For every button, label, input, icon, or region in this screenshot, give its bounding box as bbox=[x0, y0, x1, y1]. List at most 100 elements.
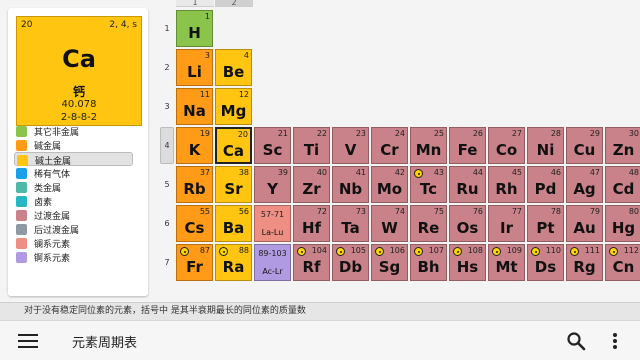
element-symbol: Cd bbox=[612, 180, 635, 198]
element-cell-ta[interactable]: 73 Ta bbox=[332, 205, 369, 242]
element-cell-mn[interactable]: 25 Mn bbox=[410, 127, 447, 164]
element-cell-cn[interactable]: 112 Cn bbox=[605, 244, 640, 281]
element-number: 106 bbox=[389, 246, 405, 255]
legend-item[interactable]: 锕系元素 bbox=[14, 250, 138, 264]
legend-item[interactable]: 稀有气体 bbox=[14, 166, 138, 180]
element-symbol: Ta bbox=[341, 219, 360, 237]
legend-item[interactable]: 镧系元素 bbox=[14, 236, 138, 250]
legend-item[interactable]: 碱金属 bbox=[14, 138, 138, 152]
element-cell-k[interactable]: 19 K bbox=[176, 127, 213, 164]
legend-label: 卤素 bbox=[34, 198, 53, 208]
element-range: 57-71 bbox=[260, 210, 285, 219]
element-cell-pd[interactable]: 46 Pd bbox=[527, 166, 564, 203]
element-cell-re[interactable]: 75 Re bbox=[410, 205, 447, 242]
element-symbol: Cu bbox=[573, 141, 596, 159]
element-cell-ru[interactable]: 44 Ru bbox=[449, 166, 486, 203]
element-cell-db[interactable]: 105 Db bbox=[332, 244, 369, 281]
element-cell-pt[interactable]: 78 Pt bbox=[527, 205, 564, 242]
element-cell-mt[interactable]: 109 Mt bbox=[488, 244, 525, 281]
period-label-2[interactable]: 2 bbox=[161, 63, 173, 72]
element-cell-hf[interactable]: 72 Hf bbox=[293, 205, 330, 242]
element-cell-ti[interactable]: 22 Ti bbox=[293, 127, 330, 164]
element-number: 110 bbox=[545, 246, 561, 255]
period-label-4[interactable]: 4 bbox=[161, 141, 173, 150]
element-number: 77 bbox=[511, 207, 522, 216]
element-cell-h[interactable]: 1H bbox=[176, 10, 213, 47]
element-cell-ca[interactable]: 20 Ca bbox=[215, 127, 252, 164]
legend-item[interactable]: 类金属 bbox=[14, 180, 138, 194]
period-label-1[interactable]: 1 bbox=[161, 24, 173, 33]
element-symbol: Pd bbox=[534, 180, 557, 198]
element-cell-na[interactable]: 11 Na bbox=[176, 88, 213, 125]
element-cell-hs[interactable]: 108 Hs bbox=[449, 244, 486, 281]
element-cell-v[interactable]: 23 V bbox=[332, 127, 369, 164]
element-number: 37 bbox=[199, 168, 210, 177]
group-header-1[interactable]: 1 bbox=[176, 0, 214, 7]
element-cell-rb[interactable]: 37 Rb bbox=[176, 166, 213, 203]
period-label-5[interactable]: 5 bbox=[161, 180, 173, 189]
element-cell-tc[interactable]: 43 Tc bbox=[410, 166, 447, 203]
element-number: 73 bbox=[355, 207, 366, 216]
legend-label: 锕系元素 bbox=[34, 254, 71, 264]
element-cell-rh[interactable]: 45 Rh bbox=[488, 166, 525, 203]
element-cell-rf[interactable]: 104 Rf bbox=[293, 244, 330, 281]
element-cell-ag[interactable]: 47 Ag bbox=[566, 166, 603, 203]
element-cell-ir[interactable]: 77 Ir bbox=[488, 205, 525, 242]
legend-label: 后过渡金属 bbox=[34, 226, 80, 236]
radioactive-icon bbox=[375, 247, 384, 256]
menu-icon[interactable] bbox=[18, 333, 38, 349]
element-cell-fe[interactable]: 26 Fe bbox=[449, 127, 486, 164]
element-cell-cs[interactable]: 55 Cs bbox=[176, 205, 213, 242]
period-label-7[interactable]: 7 bbox=[161, 258, 173, 267]
more-vert-icon[interactable] bbox=[610, 331, 620, 351]
element-cell-cr[interactable]: 24 Cr bbox=[371, 127, 408, 164]
element-cell-ds[interactable]: 110 Ds bbox=[527, 244, 564, 281]
selected-element-card[interactable]: 20 2, 4, s Ca 钙 40.078 2-8-8-2 bbox=[16, 16, 142, 126]
legend-item[interactable]: 碱土金属 bbox=[14, 152, 133, 167]
element-number: 46 bbox=[550, 168, 561, 177]
element-number: 38 bbox=[238, 168, 249, 177]
legend-item[interactable]: 过渡金属 bbox=[14, 208, 138, 222]
element-number: 74 bbox=[394, 207, 405, 216]
element-cell-bh[interactable]: 107 Bh bbox=[410, 244, 447, 281]
element-cell-sg[interactable]: 106 Sg bbox=[371, 244, 408, 281]
element-cell-sc[interactable]: 21 Sc bbox=[254, 127, 291, 164]
element-cell-ni[interactable]: 28 Ni bbox=[527, 127, 564, 164]
element-cell-zr[interactable]: 40 Zr bbox=[293, 166, 330, 203]
legend-item[interactable]: 其它非金属 bbox=[14, 124, 138, 138]
element-cell-la-lu[interactable]: 57-71 La-Lu bbox=[254, 205, 291, 242]
element-cell-be[interactable]: 4 Be bbox=[215, 49, 252, 86]
element-cell-zn[interactable]: 30 Zn bbox=[605, 127, 640, 164]
period-label-3[interactable]: 3 bbox=[161, 102, 173, 111]
element-symbol: Cs bbox=[184, 219, 205, 237]
element-cell-fr[interactable]: 87 Fr bbox=[176, 244, 213, 281]
shell-info: 2, 4, s bbox=[109, 20, 137, 30]
element-cell-au[interactable]: 79 Au bbox=[566, 205, 603, 242]
legend-item[interactable]: 卤素 bbox=[14, 194, 138, 208]
group-header-2[interactable]: 2 bbox=[215, 0, 253, 7]
legend-item[interactable]: 后过渡金属 bbox=[14, 222, 138, 236]
element-cell-rg[interactable]: 111 Rg bbox=[566, 244, 603, 281]
element-symbol: Ca bbox=[222, 142, 245, 160]
element-cell-hg[interactable]: 80 Hg bbox=[605, 205, 640, 242]
element-cell-y[interactable]: 39 Y bbox=[254, 166, 291, 203]
element-cell-co[interactable]: 27 Co bbox=[488, 127, 525, 164]
element-cell-mo[interactable]: 42 Mo bbox=[371, 166, 408, 203]
element-cell-w[interactable]: 74 W bbox=[371, 205, 408, 242]
element-cell-nb[interactable]: 41 Nb bbox=[332, 166, 369, 203]
element-cell-cu[interactable]: 29 Cu bbox=[566, 127, 603, 164]
element-cell-ba[interactable]: 56 Ba bbox=[215, 205, 252, 242]
element-cell-ac-lr[interactable]: 89-103 Ac-Lr bbox=[254, 244, 291, 281]
search-icon[interactable] bbox=[566, 331, 586, 351]
element-cell-mg[interactable]: 12 Mg bbox=[215, 88, 252, 125]
element-cell-cd[interactable]: 48 Cd bbox=[605, 166, 640, 203]
element-cell-li[interactable]: 3 Li bbox=[176, 49, 213, 86]
element-symbol: K bbox=[188, 141, 201, 159]
element-cell-ra[interactable]: 88 Ra bbox=[215, 244, 252, 281]
radioactive-icon bbox=[453, 247, 462, 256]
element-cell-os[interactable]: 76 Os bbox=[449, 205, 486, 242]
electron-config: 2-8-8-2 bbox=[60, 112, 98, 123]
period-label-6[interactable]: 6 bbox=[161, 219, 173, 228]
element-cell-sr[interactable]: 38 Sr bbox=[215, 166, 252, 203]
element-number: 23 bbox=[355, 129, 366, 138]
